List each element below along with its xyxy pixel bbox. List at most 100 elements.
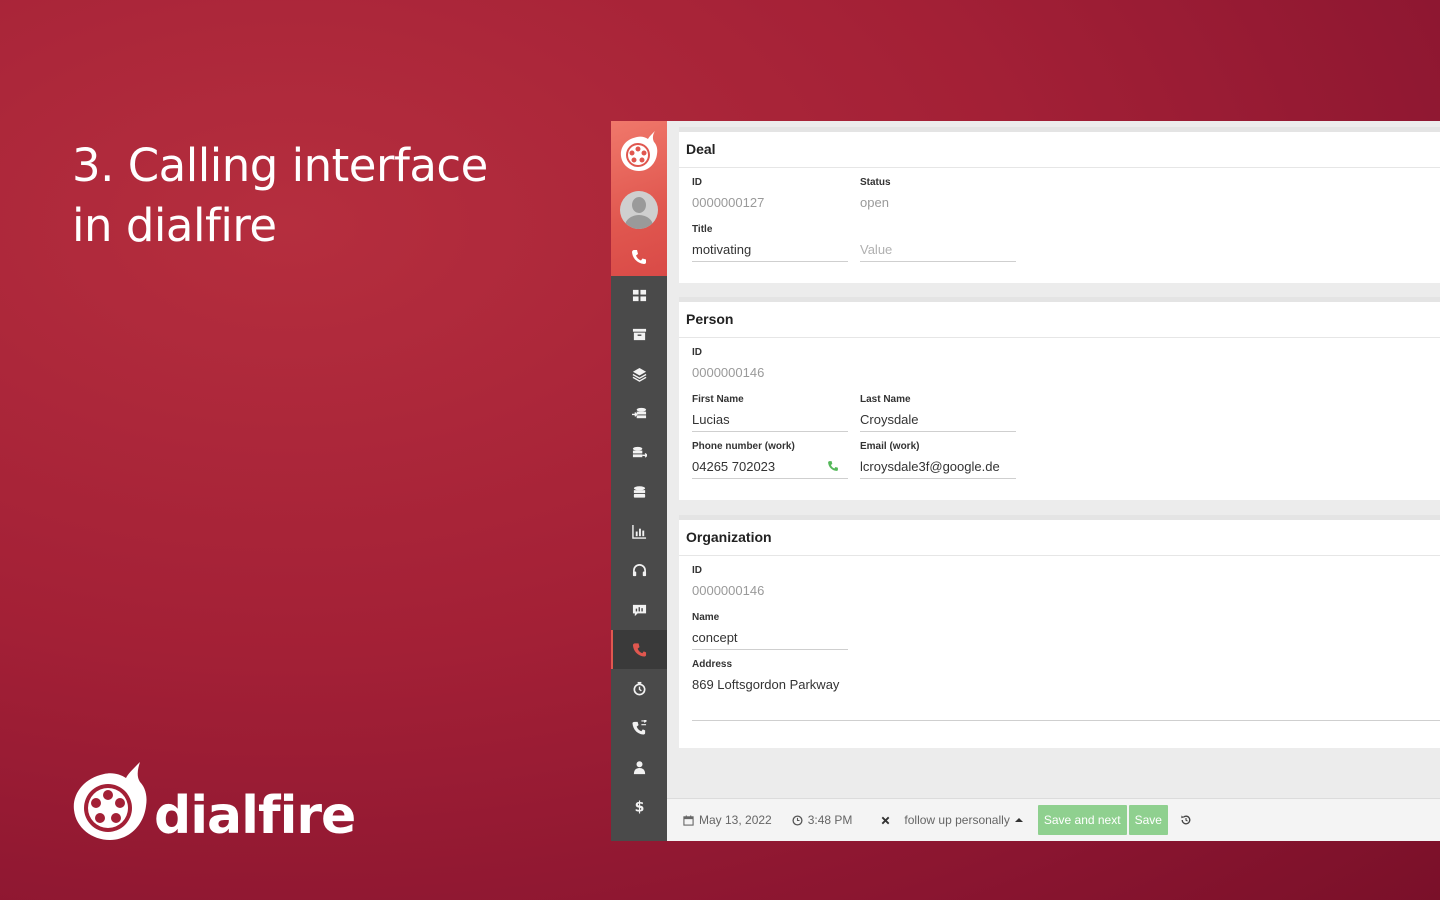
time-value: 3:48 PM [807,813,853,827]
history-button[interactable] [1180,814,1197,826]
brand-logo: dialfire [70,760,356,846]
sidebar-item-dashboard[interactable] [611,276,667,315]
clear-button[interactable] [880,815,896,826]
chat-stats-icon [632,604,646,616]
person-title: Person [679,302,1440,338]
close-icon [882,816,890,824]
dialfire-logo-icon [73,762,147,840]
organization-card: Organization ID 0000000146 Name concept … [679,515,1440,748]
phone-icon [632,643,646,657]
organization-address-field[interactable]: Address 869 Loftsgordon Parkway [692,659,1440,721]
dashboard-icon [632,290,646,302]
deal-card: Deal ID 0000000127 Status open Title mot… [679,127,1440,283]
caret-up-icon [1014,818,1023,822]
sidebar-item-layers[interactable] [611,355,667,394]
headline: 3. Calling interface in dialfire [72,136,488,256]
deal-title-label: Title [692,224,713,235]
sidebar-item-phone[interactable] [611,629,667,670]
clock-icon [792,814,803,826]
deal-status-field: Status open [860,177,1016,213]
sidebar-item-archive[interactable] [611,315,667,354]
email-label: Email (work) [860,441,920,452]
save-button[interactable]: Save [1128,805,1168,835]
person-id-value: 0000000146 [692,365,765,380]
phone-icon[interactable] [629,247,649,267]
deal-value-field[interactable]: Value [860,224,1016,262]
sidebar-item-report[interactable] [611,512,667,551]
deal-status-label: Status [860,177,891,188]
sidebar-item-export[interactable] [611,433,667,472]
call-phone-icon[interactable] [826,459,840,473]
date-display[interactable]: May 13, 2022 [683,813,772,827]
save-and-next-button[interactable]: Save and next [1037,805,1127,835]
last-name-field[interactable]: Last Name Croysdale [860,394,1016,432]
organization-title: Organization [679,520,1440,556]
sidebar-item-database[interactable] [611,472,667,511]
deal-id-value: 0000000127 [692,195,765,210]
deal-title-input[interactable]: motivating [692,238,848,262]
sidebar-item-call-forward[interactable] [611,708,667,747]
import-icon [631,407,646,419]
avatar[interactable] [620,191,658,229]
sidebar: $ [611,121,667,841]
organization-id-label: ID [692,565,702,576]
person-id-label: ID [692,347,702,358]
archive-icon [632,329,646,341]
sidebar-menu: $ [611,276,667,826]
sidebar-item-chat-stats[interactable] [611,590,667,629]
layers-icon [632,367,646,382]
phone-input[interactable]: 04265 702023 [692,455,848,479]
deal-title: Deal [679,132,1440,168]
person-id-field: ID 0000000146 [692,347,848,383]
app-window: $ Deal ID 0000000127 Status open Title m… [611,121,1440,841]
status-dropdown[interactable]: follow up personally [904,813,1023,827]
sidebar-item-headset[interactable] [611,551,667,590]
headline-line-2: in dialfire [72,199,277,252]
export-icon [632,447,647,459]
organization-id-value: 0000000146 [692,583,765,598]
person-card: Person ID 0000000146 First Name Lucias L… [679,297,1440,500]
organization-id-field: ID 0000000146 [692,565,848,601]
organization-name-input[interactable]: concept [692,626,848,650]
first-name-input[interactable]: Lucias [692,408,848,432]
first-name-label: First Name [692,394,744,405]
database-icon [633,485,645,498]
user-icon [633,760,645,774]
phone-field[interactable]: Phone number (work) 04265 702023 [692,441,848,479]
date-value: May 13, 2022 [699,813,772,827]
deal-title-field[interactable]: Title motivating [692,224,848,262]
last-name-label: Last Name [860,394,911,405]
sidebar-item-import[interactable] [611,394,667,433]
time-display[interactable]: 3:48 PM [792,813,853,827]
first-name-field[interactable]: First Name Lucias [692,394,848,432]
call-forward-icon [631,720,647,735]
sidebar-item-dollar[interactable]: $ [611,787,667,826]
history-icon [1181,815,1191,825]
status-dropdown-value: follow up personally [904,813,1010,827]
headline-line-1: 3. Calling interface [72,139,488,192]
last-name-input[interactable]: Croysdale [860,408,1016,432]
deal-value-input[interactable]: Value [860,238,1016,262]
bottom-action-bar: May 13, 2022 3:48 PM follow up personall… [667,798,1440,841]
deal-id-field: ID 0000000127 [692,177,848,213]
email-field[interactable]: Email (work) lcroysdale3f@google.de [860,441,1016,479]
sidebar-item-user[interactable] [611,748,667,787]
organization-address-input[interactable]: 869 Loftsgordon Parkway [692,673,1440,721]
organization-address-label: Address [692,659,733,670]
report-icon [631,524,646,539]
timer-icon [633,682,645,696]
headset-icon [632,564,646,577]
dollar-icon: $ [634,800,644,814]
brand-name: dialfire [154,786,356,846]
sidebar-item-timer[interactable] [611,669,667,708]
svg-text:$: $ [634,800,644,814]
deal-id-label: ID [692,177,702,188]
email-input[interactable]: lcroysdale3f@google.de [860,455,1016,479]
dialfire-logo-icon[interactable] [617,129,661,173]
phone-label: Phone number (work) [692,441,795,452]
calendar-icon [683,814,694,826]
sidebar-header [611,121,667,276]
organization-name-label: Name [692,612,720,623]
organization-name-field[interactable]: Name concept [692,612,848,650]
deal-status-value: open [860,195,889,210]
